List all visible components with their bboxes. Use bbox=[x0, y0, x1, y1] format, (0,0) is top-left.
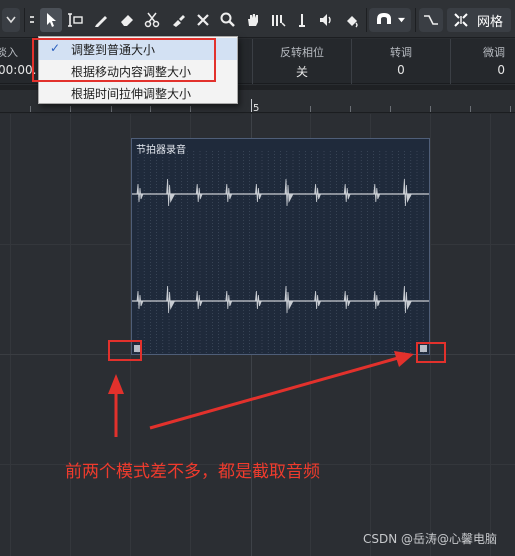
waveform-click bbox=[314, 290, 321, 310]
chevron-down-icon bbox=[398, 17, 405, 22]
waveform bbox=[132, 151, 429, 353]
left-dropdown-arrow-icon[interactable] bbox=[2, 8, 20, 32]
range-tool-icon[interactable] bbox=[64, 8, 86, 32]
snap-type-dropdown[interactable] bbox=[369, 8, 411, 32]
fine-tune-label: 微调 bbox=[483, 46, 505, 59]
grid-button[interactable]: 网格 bbox=[447, 8, 511, 32]
zoom-tool-icon[interactable] bbox=[217, 8, 239, 32]
info-invert-phase[interactable]: 反转相位 关 bbox=[252, 39, 351, 84]
hand-tool-icon[interactable] bbox=[242, 8, 264, 32]
waveform-click bbox=[166, 178, 175, 207]
color-tool-icon[interactable] bbox=[341, 8, 363, 32]
toolbar: 网格 bbox=[0, 0, 515, 38]
waveform-click bbox=[166, 285, 175, 314]
audio-event-title: 节拍器录音 bbox=[136, 145, 186, 156]
fine-tune-value[interactable]: 0 bbox=[451, 63, 505, 77]
transpose-label: 转调 bbox=[390, 46, 412, 59]
waveform-click bbox=[136, 290, 144, 310]
grid-button-label: 网格 bbox=[477, 14, 504, 30]
watermark: CSDN @岳涛@心馨电脑 bbox=[363, 532, 498, 546]
right-handle-highlight-box bbox=[416, 342, 446, 363]
waveform-click bbox=[284, 285, 294, 314]
tool-group-handle-icon bbox=[26, 8, 38, 32]
waveform-click bbox=[373, 290, 381, 310]
split-tool-icon[interactable] bbox=[141, 8, 163, 32]
transpose-value[interactable]: 0 bbox=[352, 63, 450, 77]
mute-tool-icon[interactable] bbox=[192, 8, 214, 32]
waveform-click bbox=[343, 183, 351, 203]
menu-item-label: 根据时间拉伸调整大小 bbox=[71, 86, 192, 101]
waveform-click bbox=[403, 178, 412, 207]
select-tool-icon[interactable] bbox=[40, 8, 62, 32]
draw-tool-icon[interactable] bbox=[90, 8, 112, 32]
menu-item-sizing-applies-time-stretch[interactable]: 根据时间拉伸调整大小 bbox=[39, 82, 237, 104]
waveform-click bbox=[343, 290, 351, 310]
daw-window: 网格 淡入 00:00. 反转相位 关 转调 0 微调 0 5 节拍器录音 ✓ … bbox=[0, 0, 515, 556]
line-tool-icon[interactable] bbox=[291, 8, 313, 32]
ruler-bar-number: 5 bbox=[253, 103, 260, 114]
waveform-click bbox=[403, 285, 412, 314]
snap-icon bbox=[377, 13, 391, 24]
invert-phase-value[interactable]: 关 bbox=[253, 63, 351, 80]
glue-tool-icon[interactable] bbox=[167, 8, 189, 32]
waveform-click bbox=[195, 290, 203, 310]
waveform-click bbox=[195, 183, 203, 203]
crossfade-icon[interactable] bbox=[419, 8, 443, 32]
menu-highlight-box bbox=[32, 38, 216, 82]
info-transpose[interactable]: 转调 0 bbox=[351, 39, 450, 84]
left-handle-highlight-box bbox=[108, 340, 142, 361]
waveform-click bbox=[284, 178, 294, 207]
speaker-tool-icon[interactable] bbox=[315, 8, 337, 32]
info-fine-tune[interactable]: 微调 0 bbox=[450, 39, 515, 84]
waveform-click bbox=[373, 183, 381, 203]
waveform-click bbox=[225, 290, 233, 310]
invert-phase-label: 反转相位 bbox=[280, 46, 324, 59]
waveform-click bbox=[255, 183, 262, 203]
grid-snap-icon bbox=[454, 13, 468, 27]
waveform-click bbox=[255, 290, 262, 310]
comp-tool-icon[interactable] bbox=[267, 8, 289, 32]
audio-event[interactable]: 节拍器录音 bbox=[131, 138, 430, 355]
annotation-text: 前两个模式差不多，都是截取音频 bbox=[65, 462, 320, 482]
erase-tool-icon[interactable] bbox=[116, 8, 138, 32]
